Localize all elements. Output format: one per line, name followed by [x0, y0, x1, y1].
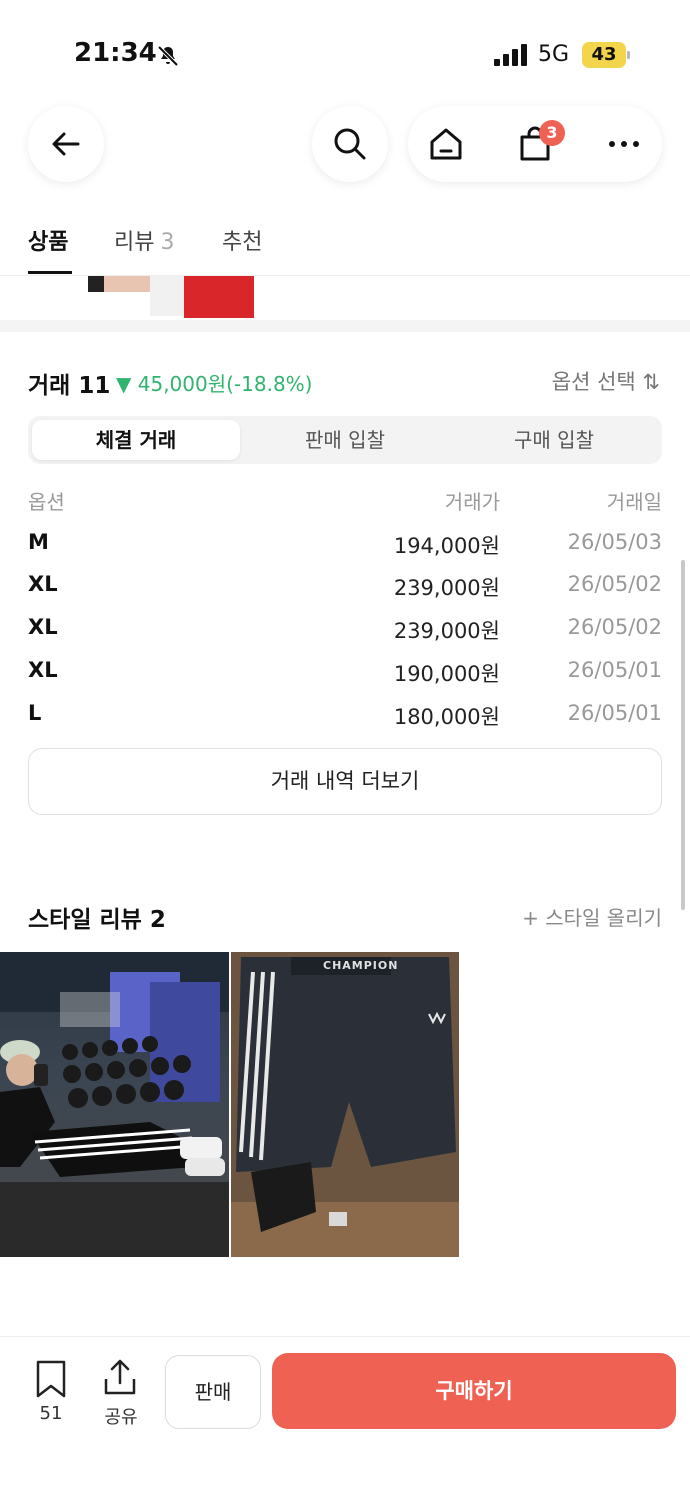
battery-indicator: 43: [582, 42, 626, 68]
row-date: 26/05/03: [567, 530, 662, 554]
row-price: 194,000원: [393, 534, 500, 558]
gym-photo-illustration: [0, 952, 229, 1257]
thumbnail-image: [184, 276, 254, 318]
table-row: XL 239,000원 26/05/02: [28, 572, 662, 612]
trade-type-segment: 체결 거래 판매 입찰 구매 입찰: [28, 416, 662, 464]
column-option: 옵션: [28, 490, 65, 514]
row-option: XL: [28, 572, 58, 596]
scrollbar[interactable]: [681, 560, 685, 910]
battery-tip: [627, 51, 630, 59]
home-icon: [430, 128, 462, 160]
row-price: 239,000원: [393, 619, 500, 643]
status-time: 21:34: [74, 38, 157, 68]
segment-completed-trades[interactable]: 체결 거래: [32, 420, 240, 460]
option-select-button[interactable]: 옵션 선택 ⇅: [552, 366, 660, 396]
segment-sell-bids[interactable]: 판매 입찰: [241, 420, 449, 460]
shorts-stripes: [239, 971, 446, 1232]
row-date: 26/05/02: [567, 572, 662, 596]
table-row: XL 239,000원 26/05/02: [28, 615, 662, 655]
share-label: 공유: [104, 1407, 138, 1428]
tab-label: 상품: [28, 230, 69, 255]
bookmark-icon[interactable]: [34, 1359, 68, 1399]
bell-off-icon: [157, 45, 179, 67]
share-icon[interactable]: [102, 1357, 138, 1397]
row-option: M: [28, 530, 49, 554]
table-row: M 194,000원 26/05/03: [28, 530, 662, 570]
back-arrow-icon: [52, 132, 80, 156]
row-date: 26/05/01: [567, 658, 662, 682]
row-date: 26/05/01: [567, 701, 662, 725]
signal-icon: [494, 44, 527, 66]
tab-label: 리뷰: [114, 230, 155, 255]
style-review-title: 스타일 리뷰 2: [28, 907, 166, 933]
bookmark-count: 51: [39, 1403, 63, 1424]
row-option: L: [28, 701, 42, 725]
thumbnail-image: [88, 276, 104, 292]
search-button[interactable]: [312, 106, 388, 182]
column-price: 거래가: [444, 490, 500, 514]
style-upload-button[interactable]: + 스타일 올리기: [522, 902, 662, 931]
price-change: ▼ 45,000원(-18.8%): [116, 372, 313, 396]
style-review-photo[interactable]: [0, 952, 229, 1257]
trade-history-more-button[interactable]: 거래 내역 더보기: [28, 748, 662, 815]
nav-pill-group: 3: [408, 106, 662, 182]
section-divider: [0, 320, 690, 332]
trade-title: 거래 11: [28, 373, 111, 399]
tab-review[interactable]: 리뷰 3: [114, 224, 174, 256]
table-row: L 180,000원 26/05/01: [28, 701, 662, 741]
tab-count: 3: [160, 230, 175, 255]
search-icon: [334, 128, 366, 160]
row-option: XL: [28, 615, 58, 639]
more-button[interactable]: [586, 106, 662, 182]
active-tab-indicator: [28, 271, 72, 274]
home-button[interactable]: [408, 106, 484, 182]
sell-button[interactable]: 판매: [165, 1355, 261, 1429]
buy-button[interactable]: 구매하기: [272, 1353, 676, 1429]
network-type: 5G: [538, 42, 570, 67]
cart-count-badge: 3: [539, 120, 565, 146]
row-date: 26/05/02: [567, 615, 662, 639]
thumbnail-image: [150, 276, 184, 316]
more-dots-icon: [609, 141, 639, 147]
segment-buy-bids[interactable]: 구매 입찰: [450, 420, 658, 460]
tab-product[interactable]: 상품: [28, 224, 68, 256]
product-tabs: 상품 리뷰 3 추천: [0, 210, 690, 276]
bottom-action-bar: 51 공유 판매 구매하기: [0, 1336, 690, 1500]
tab-label: 추천: [222, 230, 263, 255]
row-price: 239,000원: [393, 576, 500, 600]
style-review-photo[interactable]: CHAMPION: [231, 952, 459, 1257]
thumbnail-image: [104, 276, 150, 292]
status-bar: 21:34 5G 43: [0, 0, 690, 100]
cart-button[interactable]: [497, 106, 573, 182]
column-date: 거래일: [606, 490, 662, 514]
row-option: XL: [28, 658, 58, 682]
row-price: 180,000원: [393, 705, 500, 729]
back-button[interactable]: [28, 106, 104, 182]
table-row: XL 190,000원 26/05/01: [28, 658, 662, 698]
row-price: 190,000원: [393, 662, 500, 686]
content-peek: [0, 276, 690, 320]
tab-recommend[interactable]: 추천: [222, 224, 262, 256]
